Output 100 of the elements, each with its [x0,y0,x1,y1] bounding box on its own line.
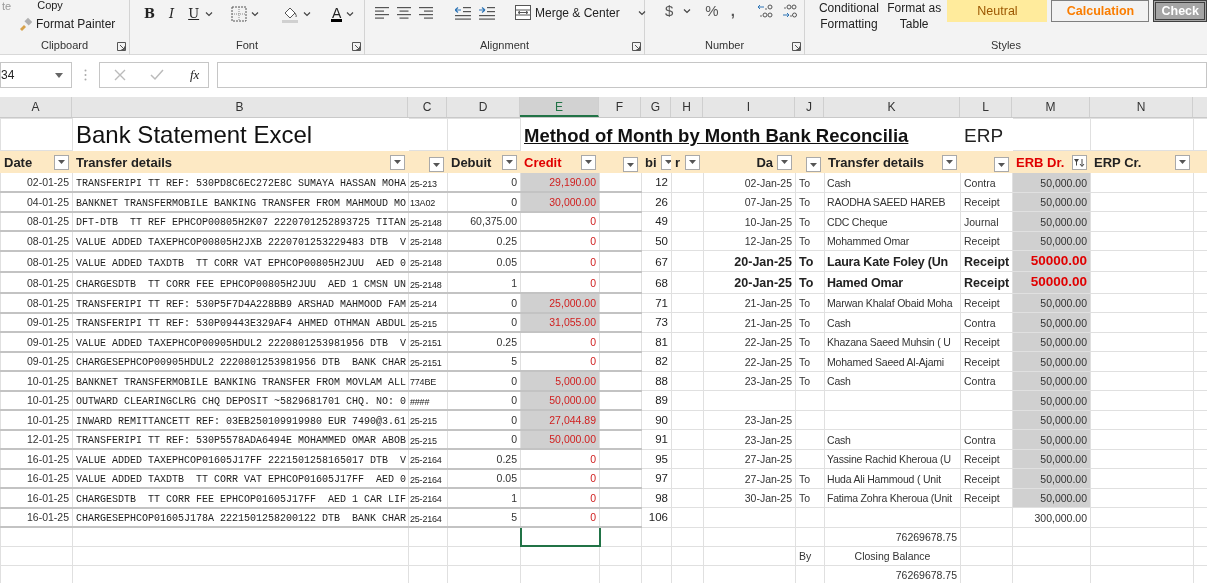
dropdown-arrow-icon [946,160,954,165]
table-cell: 08-01-25 [0,293,73,313]
column-letter-header[interactable]: M [1012,97,1090,117]
table-cell: OUTWARD CLEARINGCLRG CHQ DEPOSIT ~5829681701 CHQ. NO: 0 [72,390,409,410]
column-header: Transfer details [76,153,173,172]
table-cell: 23-Jan-25 [703,429,796,449]
caret-icon[interactable] [346,11,355,17]
filter-dropdown-button[interactable] [623,157,638,172]
align-center-icon[interactable] [397,5,411,20]
table-cell: To [795,488,825,508]
comma-style-button[interactable]: , [728,4,737,18]
column-letter-header[interactable]: G [641,97,671,117]
filter-dropdown-button[interactable] [390,154,405,170]
column-header: bi [645,153,657,172]
italic-button[interactable]: I [167,7,177,21]
filter-dropdown-button[interactable] [777,154,792,170]
dropdown-arrow-icon [433,162,440,167]
filter-dropdown-button[interactable] [942,154,958,170]
underline-button[interactable]: U [186,7,202,21]
table-cell: Contra [960,312,1013,332]
table-cell: Laura Kate Foley (Un [824,250,961,272]
column-letter-header[interactable]: A [0,97,72,117]
filter-dropdown-button[interactable] [660,154,671,170]
caret-icon[interactable] [303,11,312,17]
table-cell: 0 [520,449,600,469]
table-cell: 26 [641,192,672,212]
formula-input[interactable] [217,62,1207,88]
table-cell: 16-01-25 [0,488,73,508]
table-cell: Cash [824,312,961,332]
table-cell: 12-01-25 [0,429,73,449]
column-letter-header[interactable]: F [599,97,641,117]
format-as-table-button[interactable]: Format as Table [884,0,944,32]
column-letter-header[interactable]: N [1090,97,1193,117]
decrease-indent-icon[interactable] [455,5,471,20]
column-letter-header[interactable]: B [72,97,408,117]
conditional-formatting-button[interactable]: Conditional Formatting [813,0,885,32]
check-icon[interactable] [150,69,164,81]
caret-icon[interactable] [637,9,646,16]
caret-icon[interactable] [205,11,214,17]
filter-dropdown-button[interactable] [685,154,700,170]
table-cell: 25-2148 [408,211,448,231]
align-left-icon[interactable] [375,5,389,20]
table-cell: 91 [641,429,672,449]
table-cell: Receipt [960,192,1013,212]
merge-center-button[interactable]: Merge & Center [513,5,622,20]
dropdown-arrow-icon [506,160,513,165]
increase-decimal-icon[interactable] [756,3,773,19]
percent-button[interactable]: % [703,4,721,18]
align-right-icon[interactable] [419,5,433,20]
dialog-launcher-icon[interactable] [632,42,641,51]
font-color-button[interactable]: A [331,6,343,22]
bold-button[interactable]: B [142,7,157,21]
column-letter-header[interactable]: E [520,97,599,117]
decrease-decimal-icon[interactable] [780,3,797,19]
active-cell[interactable] [520,527,600,546]
currency-button[interactable]: $ [663,4,676,18]
table-cell: To [795,211,825,231]
column-letter-header[interactable]: I [703,97,795,117]
dropdown-arrow-icon [1179,160,1187,165]
column-letter-header[interactable]: J [795,97,824,117]
copy-button[interactable]: Copy [35,0,65,11]
table-cell: Mohamed Saeed Al-Ajami [824,351,961,371]
fill-color-icon[interactable] [281,5,300,23]
table-cell: Cash [824,371,961,391]
table-cell: 25-2164 [408,488,448,508]
filter-applied-button[interactable] [1072,154,1088,170]
filter-dropdown-button[interactable] [502,154,517,170]
group-label: Font [236,39,258,51]
dialog-launcher-icon[interactable] [352,42,361,51]
column-letter-header[interactable]: K [824,97,960,117]
dialog-launcher-icon[interactable] [792,42,801,51]
column-header: ERP Cr. [1094,153,1142,172]
caret-icon[interactable] [683,8,692,14]
table-cell: 90 [641,410,672,430]
insert-function-button[interactable]: fx [188,68,202,82]
format-painter-button[interactable]: Format Painter [16,17,129,31]
table-cell: 08-01-25 [0,250,73,272]
cell-style-button[interactable]: Neutral [947,0,1048,22]
filter-dropdown-button[interactable] [54,154,69,170]
column-letter-header[interactable]: H [671,97,703,117]
table-cell: 0 [520,231,600,251]
table-cell: To [795,332,825,352]
table-cell: 08-01-25 [0,271,73,293]
table-cell: 25-2164 [408,449,448,469]
filter-dropdown-button[interactable] [581,154,596,170]
caret-icon[interactable] [55,72,63,78]
column-letter-header[interactable]: C [408,97,447,117]
table-cell: 89 [641,390,672,410]
column-letter-header[interactable]: L [960,97,1012,117]
filter-dropdown-button[interactable] [806,157,821,172]
table-cell: 71 [641,293,672,313]
filter-dropdown-button[interactable] [994,157,1010,172]
dialog-launcher-icon[interactable] [117,42,126,51]
filter-dropdown-button[interactable] [1175,154,1191,170]
table-cell: 0 [447,429,521,449]
name-box[interactable]: 34 [1,63,15,87]
increase-indent-icon[interactable] [479,5,495,20]
caret-icon[interactable] [251,11,260,17]
table-cell: 0.05 [447,468,521,488]
filter-dropdown-button[interactable] [429,157,444,172]
